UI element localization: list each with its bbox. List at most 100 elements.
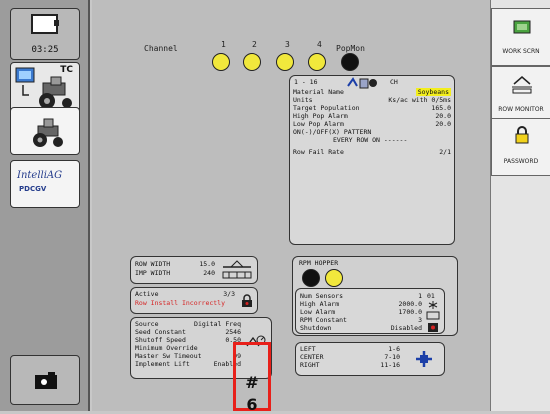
low-pop-alarm-value[interactable]: 20.0: [435, 120, 451, 128]
rpm-constant-value[interactable]: 3: [418, 316, 422, 324]
num-sensors-value[interactable]: 1: [418, 292, 422, 300]
row-fail-rate-value[interactable]: 2/1: [439, 148, 451, 156]
num-sensors-label: Num Sensors: [300, 292, 344, 300]
camera-icon: [35, 372, 57, 389]
low-alarm-value[interactable]: 1700.0: [399, 308, 422, 316]
active-panel[interactable]: Active 3/3 Row Install Incorrectly: [130, 287, 258, 314]
shutdown-value[interactable]: Disabled: [391, 324, 422, 332]
row-width-row: ROW WIDTH 15.0: [135, 260, 215, 268]
password-label: PASSWORD: [503, 158, 539, 165]
source-details: Source Digital Freq Seed Constant 2546 Shu…: [135, 320, 241, 368]
pattern-line-2: EVERY ROW ON ------: [333, 136, 408, 144]
clock-button[interactable]: 03:25: [10, 8, 80, 60]
intellag-logo: IntelliAG: [17, 170, 63, 181]
row-monitor-button[interactable]: ROW MONITOR: [491, 66, 550, 124]
high-alarm-value[interactable]: 2000.0: [399, 300, 422, 308]
seed-constant-row: Seed Constant 2546: [135, 328, 241, 336]
annotation-box: # 6: [233, 342, 271, 414]
master-sw-timeout-label: Master Sw Timeout: [135, 352, 202, 360]
active-label: Active: [135, 290, 159, 298]
channel-label: Channel: [144, 44, 178, 53]
sensor-details: Num Sensors 1 High Alarm 2000.0 Low Alarm 1…: [300, 292, 422, 332]
clock-text: 03:25: [31, 45, 59, 55]
material-name-value[interactable]: Soybeans: [415, 88, 451, 96]
sensors-panel[interactable]: Num Sensors 1 High Alarm 2000.0 Low Alarm 1…: [295, 288, 445, 334]
channel-1-indicator[interactable]: [212, 53, 230, 71]
sensor-alarm-icons: [426, 301, 440, 332]
ch-text: CH: [390, 78, 398, 86]
row-width-value: 15.0: [199, 260, 215, 268]
imp-width-value: 240: [203, 269, 215, 277]
intellag-button[interactable]: IntelliAG PDCGV: [10, 160, 80, 208]
channel-2-indicator[interactable]: [243, 53, 261, 71]
implement-lift-label: Implement Lift: [135, 360, 190, 368]
tc-label: TC: [60, 65, 73, 75]
left-value[interactable]: 1-6: [388, 345, 400, 353]
master-sw-timeout-row: Master Sw Timeout 99: [135, 352, 241, 360]
rpm-title: RPM HOPPER: [299, 259, 339, 267]
work-screen-icon: [513, 20, 531, 34]
popmon-indicator[interactable]: [341, 53, 359, 71]
high-pop-alarm-row: High Pop Alarm 20.0: [293, 112, 451, 120]
range-text: 1 - 16: [294, 78, 318, 86]
num-sensors-extra: 01: [427, 292, 435, 300]
source-value: Digital Freq: [194, 320, 241, 328]
target-population-value[interactable]: 165.0: [431, 104, 451, 112]
rpm-constant-row: RPM Constant 3: [300, 316, 422, 324]
row-fail-rate-row: Row Fail Rate 2/1: [293, 148, 451, 156]
password-button[interactable]: PASSWORD: [491, 118, 550, 176]
high-alarm-row: High Alarm 2000.0: [300, 300, 422, 308]
channel-3-indicator[interactable]: [276, 53, 294, 71]
right-section-row: RIGHT 11-16: [300, 361, 400, 369]
right-value[interactable]: 11-16: [380, 361, 400, 369]
high-pop-alarm-value[interactable]: 20.0: [435, 112, 451, 120]
low-pop-alarm-label: Low Pop Alarm: [293, 120, 344, 128]
work-screen-button[interactable]: WORK SCRN: [491, 8, 550, 66]
target-population-row: Target Population 165.0: [293, 104, 451, 112]
left-section-row: LEFT 1-6: [300, 345, 400, 353]
source-label: Source: [135, 320, 159, 328]
units-value[interactable]: Ks/ac with 0/5ms: [388, 96, 451, 104]
lock-icon: [242, 294, 252, 307]
sensor-box-icon: [426, 311, 440, 320]
row-width-panel[interactable]: ROW WIDTH 15.0 IMP WIDTH 240: [130, 256, 258, 284]
active-value: 3/3: [223, 290, 235, 298]
right-sidebar: WORK SCRN ROW MONITOR PASSWORD: [490, 0, 550, 411]
row-width-label: ROW WIDTH: [135, 260, 171, 268]
left-label: LEFT: [300, 345, 316, 353]
work-screen-label: WORK SCRN: [502, 48, 540, 55]
shutdown-label: Shutdown: [300, 324, 332, 332]
tractor-button[interactable]: [10, 107, 80, 155]
tractor-icon: [33, 118, 63, 147]
channel-4-indicator[interactable]: [308, 53, 326, 71]
sections-panel[interactable]: LEFT 1-6 CENTER 7-10 RIGHT 11-16: [295, 342, 445, 376]
rpm-indicator-1[interactable]: [302, 269, 320, 287]
camera-button[interactable]: [10, 355, 80, 405]
rpm-constant-label: RPM Constant: [300, 316, 347, 324]
shutoff-speed-row: Shutoff Speed 0.50: [135, 336, 241, 344]
low-pop-alarm-row: Low Pop Alarm 20.0: [293, 120, 451, 128]
imp-width-row: IMP WIDTH 240: [135, 269, 215, 277]
units-row: Units Ks/ac with 0/5ms: [293, 96, 451, 104]
minimum-override-row: Minimum Override: [135, 344, 241, 352]
channel-number-3: 3: [285, 40, 290, 49]
main-area: Channel 1 2 3 4 PopMon 1 - 16 CH Materia…: [92, 0, 490, 414]
material-name-label: Material Name: [293, 88, 344, 96]
row-monitor-label: ROW MONITOR: [498, 106, 544, 113]
num-sensors-row: Num Sensors 1: [300, 292, 422, 300]
shutdown-row: Shutdown Disabled: [300, 324, 422, 332]
annotation-number: #: [245, 373, 259, 392]
popmon-label: PopMon: [336, 44, 365, 53]
implement-width-icon: [222, 260, 252, 279]
source-row: Source Digital Freq: [135, 320, 241, 328]
center-value[interactable]: 7-10: [384, 353, 400, 361]
pdcgv-label: PDCGV: [19, 185, 47, 193]
right-label: RIGHT: [300, 361, 320, 369]
center-section-row: CENTER 7-10: [300, 353, 400, 361]
high-pop-alarm-label: High Pop Alarm: [293, 112, 348, 120]
material-info-panel[interactable]: 1 - 16 CH Material Name Soybeans Units Ks/…: [289, 75, 455, 245]
low-alarm-row: Low Alarm 1700.0: [300, 308, 422, 316]
rpm-indicator-2[interactable]: [325, 269, 343, 287]
row-fail-rate-label: Row Fail Rate: [293, 148, 344, 156]
channel-number-2: 2: [252, 40, 257, 49]
